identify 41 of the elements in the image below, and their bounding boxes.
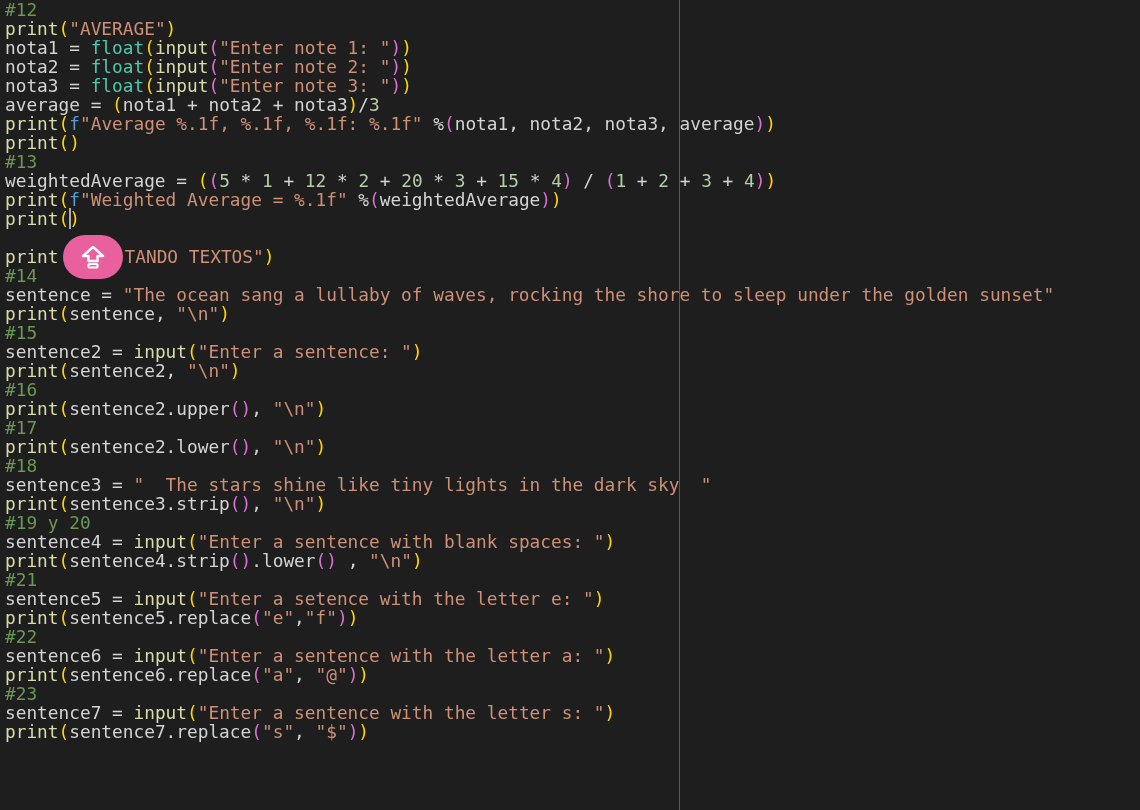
code-line: weightedAverage = ((5 * 1 + 12 * 2 + 20 * 3 + 15 * 4) / (1 + 2 + 3 + 4)): [5, 171, 778, 190]
code-line: sentence4 = input("Enter a sentence with blank spaces: "): [5, 532, 617, 551]
code-line: print(sentence, "\n"): [5, 304, 231, 323]
code-line: #12: [5, 0, 39, 19]
code-text: TANDO TEXTOS"): [124, 247, 275, 266]
code-line: sentence5 = input("Enter a setence with the letter e: "): [5, 589, 606, 608]
code-text: print: [5, 247, 59, 266]
code-line: #17: [5, 418, 38, 437]
code-line: #13: [5, 152, 38, 171]
code-line: print(sentence3.strip(), "\n"): [5, 494, 328, 513]
code-line: sentence3 = " The stars shine like tiny lights in the dark sky ": [5, 475, 713, 494]
code-line: sentence2 = input("Enter a sentence: "): [5, 342, 424, 361]
upload-button[interactable]: [62, 235, 123, 279]
code-line: #14: [5, 266, 38, 285]
code-line: #18: [5, 456, 38, 475]
code-line: #15: [5, 323, 38, 342]
code-line: print(sentence5.replace("e","f")): [5, 608, 360, 627]
code-line: #19 y 20: [5, 513, 91, 532]
code-line: #22: [5, 627, 38, 646]
code-line: print(sentence2.lower(), "\n"): [5, 437, 328, 456]
code-line: print(sentence2, "\n"): [5, 361, 242, 380]
code-line: sentence7 = input("Enter a sentence with the letter s: "): [5, 703, 617, 722]
code-line: print(sentence2.upper(), "\n"): [5, 399, 328, 418]
code-line: sentence6 = input("Enter a sentence with the letter a: "): [5, 646, 617, 665]
code-line: print("AVERAGE"): [5, 19, 178, 38]
code-line: sentence = "The ocean sang a lullaby of waves, rocking the shore to sleep under the golden sunset": [5, 285, 1056, 304]
code-line: #16: [5, 380, 38, 399]
code-line: print(sentence6.replace("a", "@")): [5, 665, 371, 684]
code-line: print(): [5, 209, 81, 228]
code-line: print(sentence7.replace("s", "$")): [5, 722, 371, 741]
code-line: #21: [5, 570, 38, 589]
code-line: print(sentence4.strip().lower() , "\n"): [5, 551, 424, 570]
code-line: print(f"Average %.1f, %.1f, %.1f: %.1f" %(nota1, nota2, nota3, average)): [5, 114, 777, 133]
upload-icon: [79, 244, 106, 270]
code-line: nota2 = float(input("Enter note 2: ")): [5, 57, 413, 76]
code-line: #23: [5, 684, 38, 703]
code-line: print(f"Weighted Average = %.1f" %(weightedAverage)): [5, 190, 563, 209]
code-line: print(): [5, 133, 81, 152]
code-line: nota1 = float(input("Enter note 1: ")): [5, 38, 413, 57]
code-line: nota3 = float(input("Enter note 3: ")): [5, 76, 413, 95]
code-line: average = (nota1 + nota2 + nota3)/3: [5, 95, 381, 114]
